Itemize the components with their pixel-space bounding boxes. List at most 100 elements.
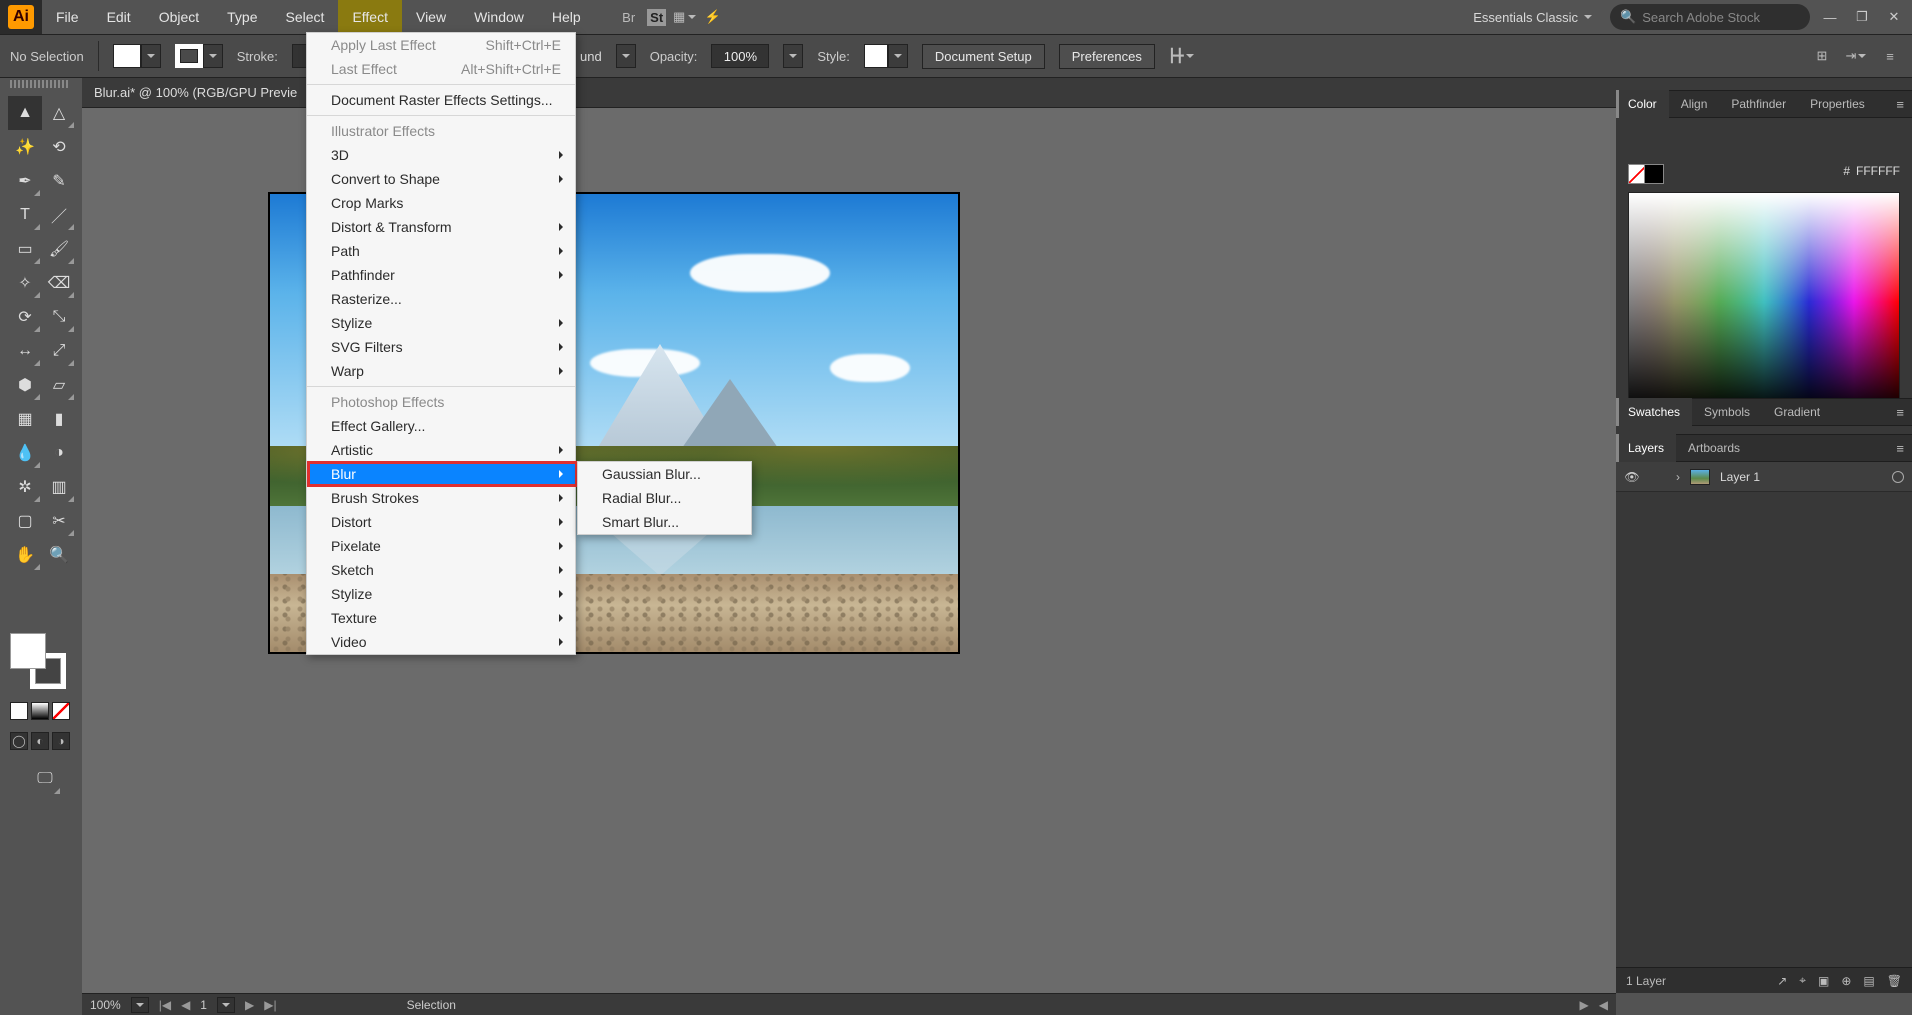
selection-tool[interactable]: ▲	[8, 96, 42, 130]
profile-dropdown[interactable]	[616, 44, 636, 68]
restore-button[interactable]: ❐	[1850, 0, 1874, 34]
gradient-tool[interactable]: ▮	[42, 402, 76, 436]
tab-properties[interactable]: Properties	[1798, 90, 1877, 118]
menu-video[interactable]: Video	[307, 630, 575, 654]
menu-effect-gallery[interactable]: Effect Gallery...	[307, 414, 575, 438]
tab-pathfinder[interactable]: Pathfinder	[1719, 90, 1798, 118]
menu-rasterize[interactable]: Rasterize...	[307, 287, 575, 311]
panel-menu-icon[interactable]: ≡	[1896, 405, 1912, 420]
opacity-field[interactable]: 100%	[711, 44, 769, 68]
eraser-tool[interactable]: ⌫	[42, 266, 76, 300]
width-tool[interactable]: ↔	[8, 334, 42, 368]
draw-normal[interactable]: ◯	[10, 732, 28, 750]
menu-svg-filters[interactable]: SVG Filters	[307, 335, 575, 359]
rectangle-tool[interactable]: ▭	[8, 232, 42, 266]
style-swatch[interactable]	[864, 44, 888, 68]
visibility-toggle[interactable]: 👁	[1624, 469, 1640, 485]
first-artboard[interactable]: |◀	[159, 998, 171, 1012]
color-none[interactable]	[52, 702, 70, 720]
mesh-tool[interactable]: ▦	[8, 402, 42, 436]
transform-icon[interactable]: ⇥	[1844, 44, 1868, 68]
stock-icon[interactable]: St	[643, 0, 671, 34]
zoom-dropdown[interactable]	[131, 997, 149, 1013]
fill-color-box[interactable]	[10, 633, 46, 669]
shape-builder-tool[interactable]: ⬢	[8, 368, 42, 402]
menu-artistic[interactable]: Artistic	[307, 438, 575, 462]
blend-tool[interactable]: ◑	[42, 436, 76, 470]
workspace-switcher[interactable]: Essentials Classic	[1463, 10, 1602, 25]
close-button[interactable]: ✕	[1882, 0, 1906, 34]
tab-align[interactable]: Align	[1669, 90, 1720, 118]
pen-tool[interactable]: ✒	[8, 164, 42, 198]
color-gradient[interactable]	[31, 702, 49, 720]
menu-blur[interactable]: Blur	[307, 462, 575, 486]
tab-layers[interactable]: Layers	[1616, 434, 1676, 462]
draw-inside[interactable]: ◑	[52, 732, 70, 750]
hscroll-right[interactable]: ◀	[1599, 998, 1608, 1012]
tab-symbols[interactable]: Symbols	[1692, 398, 1762, 426]
menu-file[interactable]: File	[42, 0, 93, 34]
tab-artboards[interactable]: Artboards	[1676, 434, 1752, 462]
zoom-tool[interactable]: 🔍	[42, 538, 76, 572]
free-transform-tool[interactable]: ⤢	[42, 334, 76, 368]
zoom-level[interactable]: 100%	[90, 998, 121, 1012]
menu-object[interactable]: Object	[145, 0, 213, 34]
menu-stylize-ill[interactable]: Stylize	[307, 311, 575, 335]
panel-menu-icon[interactable]: ≡	[1896, 97, 1912, 112]
document-setup-button[interactable]: Document Setup	[922, 44, 1045, 69]
menu-distort[interactable]: Distort	[307, 510, 575, 534]
menu-stylize-ps[interactable]: Stylize	[307, 582, 575, 606]
arrange-docs-icon[interactable]: ▦	[671, 0, 699, 34]
essentials-icon[interactable]: ⊞	[1810, 44, 1834, 68]
menu-3d[interactable]: 3D	[307, 143, 575, 167]
fill-stroke-control[interactable]	[10, 633, 70, 693]
layer-name[interactable]: Layer 1	[1720, 470, 1760, 484]
tab-swatches[interactable]: Swatches	[1616, 398, 1692, 426]
expand-layer[interactable]: ›	[1676, 470, 1680, 484]
hscroll-left[interactable]: ▶	[1580, 998, 1589, 1012]
menu-help[interactable]: Help	[538, 0, 595, 34]
new-sublayer-icon[interactable]: ⊕	[1841, 974, 1851, 988]
prev-artboard[interactable]: ◀	[181, 998, 190, 1012]
eyedropper-tool[interactable]: 💧	[8, 436, 42, 470]
menu-pathfinder[interactable]: Pathfinder	[307, 263, 575, 287]
curvature-tool[interactable]: ✎	[42, 164, 76, 198]
magic-wand-tool[interactable]: ✨	[8, 130, 42, 164]
draw-behind[interactable]: ◐	[31, 732, 49, 750]
menu-pixelate[interactable]: Pixelate	[307, 534, 575, 558]
color-spectrum[interactable]	[1628, 192, 1900, 412]
screen-mode[interactable]: 🖵	[28, 762, 62, 796]
artboard-dropdown[interactable]	[217, 997, 235, 1013]
menu-smart-blur[interactable]: Smart Blur...	[578, 510, 751, 534]
bridge-icon[interactable]: Br	[615, 0, 643, 34]
artboard-number[interactable]: 1	[200, 998, 207, 1012]
stroke-dropdown[interactable]	[203, 44, 223, 68]
panel-menu-icon[interactable]: ≡	[1878, 44, 1902, 68]
menu-select[interactable]: Select	[272, 0, 339, 34]
symbol-sprayer-tool[interactable]: ✲	[8, 470, 42, 504]
slice-tool[interactable]: ✂	[42, 504, 76, 538]
minimize-button[interactable]: —	[1818, 0, 1842, 34]
menu-edit[interactable]: Edit	[93, 0, 145, 34]
paintbrush-tool[interactable]: 🖌	[42, 232, 76, 266]
direct-selection-tool[interactable]: △	[42, 96, 76, 130]
menu-sketch[interactable]: Sketch	[307, 558, 575, 582]
menu-texture[interactable]: Texture	[307, 606, 575, 630]
graph-tool[interactable]: ▥	[42, 470, 76, 504]
menu-brush-strokes[interactable]: Brush Strokes	[307, 486, 575, 510]
panel-grip[interactable]	[10, 80, 70, 88]
lasso-tool[interactable]: ⟲	[42, 130, 76, 164]
menu-path[interactable]: Path	[307, 239, 575, 263]
tab-gradient[interactable]: Gradient	[1762, 398, 1832, 426]
next-artboard[interactable]: ▶	[245, 998, 254, 1012]
perspective-tool[interactable]: ▱	[42, 368, 76, 402]
color-fill-stroke-mini[interactable]	[1628, 164, 1664, 184]
locate-icon[interactable]: ⌖	[1799, 973, 1806, 988]
menu-view[interactable]: View	[402, 0, 460, 34]
mini-stroke[interactable]	[1644, 164, 1664, 184]
artboard-tool[interactable]: ▢	[8, 504, 42, 538]
export-icon[interactable]: ↗	[1777, 974, 1787, 988]
color-solid[interactable]	[10, 702, 28, 720]
menu-distort-transform[interactable]: Distort & Transform	[307, 215, 575, 239]
scale-tool[interactable]: ⤡	[42, 300, 76, 334]
